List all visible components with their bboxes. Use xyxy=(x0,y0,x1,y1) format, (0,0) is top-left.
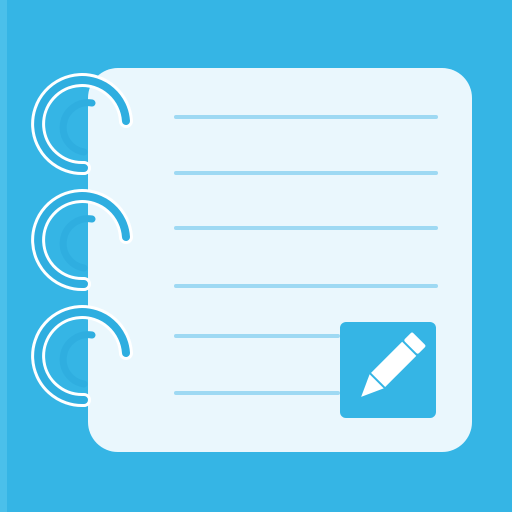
notepad-icon xyxy=(0,0,512,512)
icon-left-edge xyxy=(0,0,7,512)
edit-badge xyxy=(340,322,436,418)
notepad-app-icon[interactable] xyxy=(0,0,512,512)
